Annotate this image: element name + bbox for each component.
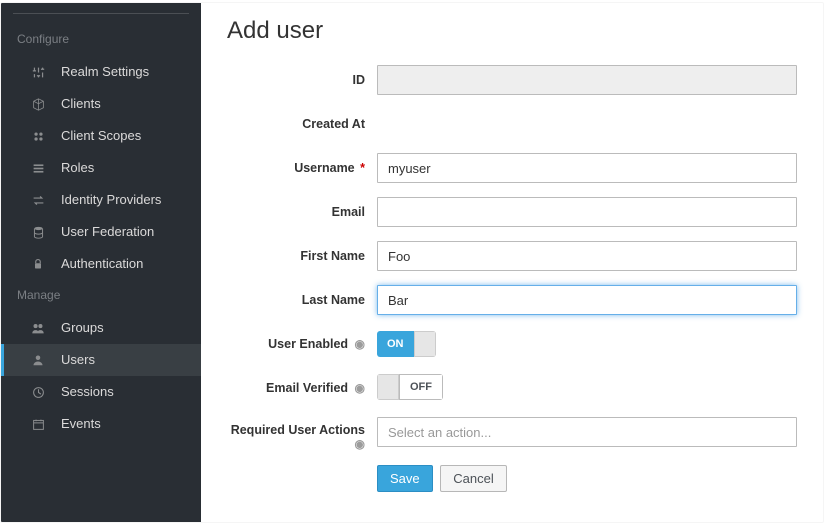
list-icon bbox=[29, 160, 47, 176]
clock-icon bbox=[29, 384, 47, 400]
sidebar-divider bbox=[13, 13, 189, 14]
field-email-verified-label: Email Verified ◉ bbox=[227, 381, 377, 395]
field-id-label: ID bbox=[227, 73, 377, 87]
sidebar-item-label: Events bbox=[61, 416, 101, 432]
cancel-button[interactable]: Cancel bbox=[440, 465, 506, 492]
field-email-row: Email bbox=[227, 197, 797, 227]
field-user-enabled-label: User Enabled ◉ bbox=[227, 337, 377, 351]
calendar-icon bbox=[29, 416, 47, 432]
sidebar-item-groups[interactable]: Groups bbox=[1, 312, 201, 344]
main-content: Add user ID Created At Username * Email … bbox=[201, 3, 823, 522]
email-input[interactable] bbox=[377, 197, 797, 227]
field-first-name-row: First Name bbox=[227, 241, 797, 271]
sidebar-item-roles[interactable]: Roles bbox=[1, 152, 201, 184]
toggle-on-label: ON bbox=[377, 331, 414, 357]
save-button[interactable]: Save bbox=[377, 465, 433, 492]
field-required-actions-label: Required User Actions ◉ bbox=[227, 417, 377, 451]
scopes-icon bbox=[29, 128, 47, 144]
sidebar-item-client-scopes[interactable]: Client Scopes bbox=[1, 120, 201, 152]
sidebar-item-label: User Federation bbox=[61, 224, 154, 240]
sidebar-item-user-federation[interactable]: User Federation bbox=[1, 216, 201, 248]
database-icon bbox=[29, 224, 47, 240]
exchange-icon bbox=[29, 192, 47, 208]
sidebar-item-label: Groups bbox=[61, 320, 104, 336]
field-username-row: Username * bbox=[227, 153, 797, 183]
lock-icon bbox=[29, 256, 47, 272]
field-email-label: Email bbox=[227, 205, 377, 219]
field-required-actions-row: Required User Actions ◉ bbox=[227, 417, 797, 451]
cube-icon bbox=[29, 96, 47, 112]
required-asterisk: * bbox=[360, 161, 365, 175]
sidebar-item-label: Sessions bbox=[61, 384, 114, 400]
toggle-handle bbox=[414, 331, 436, 357]
sidebar-item-authentication[interactable]: Authentication bbox=[1, 248, 201, 280]
sidebar-item-sessions[interactable]: Sessions bbox=[1, 376, 201, 408]
sidebar-item-label: Client Scopes bbox=[61, 128, 141, 144]
username-input[interactable] bbox=[377, 153, 797, 183]
field-email-verified-row: Email Verified ◉ OFF bbox=[227, 373, 797, 403]
sidebar: Configure Realm Settings Clients Client Sco… bbox=[1, 3, 201, 522]
sidebar-item-identity-providers[interactable]: Identity Providers bbox=[1, 184, 201, 216]
sidebar-item-label: Identity Providers bbox=[61, 192, 161, 208]
field-id-row: ID bbox=[227, 65, 797, 95]
email-verified-toggle[interactable]: OFF bbox=[377, 374, 443, 400]
field-last-name-row: Last Name bbox=[227, 285, 797, 315]
sidebar-item-users[interactable]: Users bbox=[1, 344, 201, 376]
field-created-at-label: Created At bbox=[227, 117, 377, 131]
field-created-at-row: Created At bbox=[227, 109, 797, 139]
sliders-icon bbox=[29, 64, 47, 80]
field-user-enabled-row: User Enabled ◉ ON bbox=[227, 329, 797, 359]
sidebar-item-events[interactable]: Events bbox=[1, 408, 201, 440]
user-enabled-toggle[interactable]: ON bbox=[377, 331, 436, 357]
group-icon bbox=[29, 320, 47, 336]
first-name-input[interactable] bbox=[377, 241, 797, 271]
field-last-name-label: Last Name bbox=[227, 293, 377, 307]
toggle-off-label: OFF bbox=[399, 374, 443, 400]
field-first-name-label: First Name bbox=[227, 249, 377, 263]
required-actions-select[interactable] bbox=[377, 417, 797, 447]
app-root: Configure Realm Settings Clients Client Sco… bbox=[0, 2, 824, 523]
sidebar-item-clients[interactable]: Clients bbox=[1, 88, 201, 120]
sidebar-item-label: Authentication bbox=[61, 256, 143, 272]
sidebar-section-header: Manage bbox=[1, 280, 201, 312]
user-icon bbox=[29, 352, 47, 368]
sidebar-item-label: Clients bbox=[61, 96, 101, 112]
sidebar-item-realm-settings[interactable]: Realm Settings bbox=[1, 56, 201, 88]
help-icon[interactable]: ◉ bbox=[355, 337, 365, 351]
field-username-label: Username * bbox=[227, 161, 377, 175]
last-name-input[interactable] bbox=[377, 285, 797, 315]
id-input bbox=[377, 65, 797, 95]
toggle-handle bbox=[377, 374, 399, 400]
help-icon[interactable]: ◉ bbox=[355, 437, 365, 451]
help-icon[interactable]: ◉ bbox=[355, 381, 365, 395]
sidebar-item-label: Roles bbox=[61, 160, 94, 176]
sidebar-item-label: Users bbox=[61, 352, 95, 368]
page-title: Add user bbox=[227, 17, 797, 45]
sidebar-section-header: Configure bbox=[1, 24, 201, 56]
button-row: Save Cancel bbox=[227, 465, 797, 492]
sidebar-item-label: Realm Settings bbox=[61, 64, 149, 80]
